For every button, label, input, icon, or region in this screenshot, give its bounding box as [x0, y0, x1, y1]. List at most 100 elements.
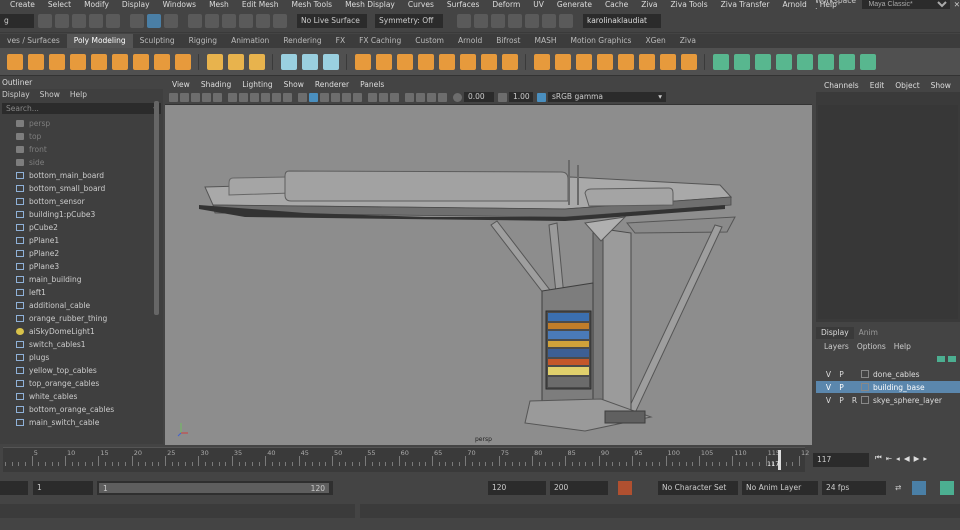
shelf-tool-icon[interactable]	[375, 53, 392, 70]
viewport-menu-item[interactable]: View	[172, 80, 190, 89]
shelf-tool-icon[interactable]	[838, 53, 855, 70]
textured-icon[interactable]	[331, 92, 340, 102]
shelf-tool-icon[interactable]	[733, 53, 750, 70]
bookmark-icon[interactable]	[180, 92, 189, 102]
menu-item[interactable]: UV	[533, 0, 544, 9]
outliner-item[interactable]: building1:pCube3	[0, 208, 163, 221]
shelf-tool-icon[interactable]	[659, 53, 676, 70]
outliner-item[interactable]: pPlane2	[0, 247, 163, 260]
save-scene-icon[interactable]	[72, 14, 86, 28]
outliner-item[interactable]: orange_rubber_thing	[0, 312, 163, 325]
shelf-tab[interactable]: Animation	[224, 34, 276, 48]
animation-end-field[interactable]: 200	[550, 481, 608, 495]
outliner-item[interactable]: switch_cables1	[0, 338, 163, 351]
shelf-tab[interactable]: MASH	[527, 34, 563, 48]
layer-row[interactable]: V Pbuilding_base	[816, 381, 960, 393]
layer-name[interactable]: done_cables	[873, 370, 920, 379]
viewport-menu-item[interactable]: Show	[284, 80, 304, 89]
channel-box-menu-item[interactable]: Channels	[824, 81, 859, 90]
shelf-tool-icon[interactable]	[859, 53, 876, 70]
menu-item[interactable]: Surfaces	[447, 0, 479, 9]
hypershade-icon[interactable]	[508, 14, 522, 28]
smooth-shade-icon[interactable]	[309, 92, 318, 102]
channel-box-menu-item[interactable]: Show	[931, 81, 951, 90]
2d-pan-icon[interactable]	[202, 92, 211, 102]
menu-item[interactable]: Arnold	[782, 0, 806, 9]
menu-item[interactable]: Mesh Display	[345, 0, 395, 9]
outliner-menu-item[interactable]: Display	[2, 90, 30, 99]
layer-tab[interactable]: Display	[816, 327, 854, 339]
new-scene-icon[interactable]	[38, 14, 52, 28]
viewport-scene[interactable]: persp	[165, 105, 812, 445]
current-frame-field[interactable]: 117	[813, 453, 869, 467]
menu-item[interactable]: Deform	[492, 0, 520, 9]
shelf-tool-icon[interactable]	[417, 53, 434, 70]
image-plane-icon[interactable]	[191, 92, 200, 102]
select-component-icon[interactable]	[164, 14, 178, 28]
shelf-tool-icon[interactable]	[248, 53, 265, 70]
outliner-scrollbar[interactable]	[154, 101, 159, 315]
outliner-item[interactable]: top	[0, 130, 163, 143]
default-material-icon[interactable]	[320, 92, 329, 102]
shelf-tab[interactable]: FX Caching	[352, 34, 408, 48]
shelf-tab[interactable]: Sculpting	[133, 34, 182, 48]
shelf-tool-icon[interactable]	[817, 53, 834, 70]
layer-menu-item[interactable]: Options	[857, 342, 886, 351]
shelf-tab[interactable]: Rendering	[276, 34, 328, 48]
outliner-item[interactable]: white_cables	[0, 390, 163, 403]
key-icon[interactable]	[912, 481, 926, 495]
shelf-tab[interactable]: Arnold	[451, 34, 489, 48]
step-back-frame-icon[interactable]: ◂	[896, 454, 900, 463]
layer-tab[interactable]: Anim	[854, 327, 883, 339]
menu-item[interactable]: Windows	[163, 0, 196, 9]
shelf-tool-icon[interactable]	[396, 53, 413, 70]
shelf-tool-icon[interactable]	[301, 53, 318, 70]
viewport-panel[interactable]: View Shading Lighting Show Renderer Panels 0.…	[165, 78, 812, 445]
ambient-occlusion-icon[interactable]	[368, 92, 377, 102]
shelf-tool-icon[interactable]	[48, 53, 65, 70]
shelf-tab[interactable]: Ziva	[673, 34, 703, 48]
snap-point-icon[interactable]	[222, 14, 236, 28]
outliner-item[interactable]: bottom_sensor	[0, 195, 163, 208]
shelf-tool-icon[interactable]	[480, 53, 497, 70]
grease-pencil-icon[interactable]	[213, 92, 222, 102]
viewport-menu-item[interactable]: Lighting	[242, 80, 272, 89]
shelf-tool-icon[interactable]	[27, 53, 44, 70]
layer-visibility-toggle[interactable]: V	[822, 370, 835, 379]
arnold-render-icon[interactable]	[525, 14, 539, 28]
layer-visibility-toggle[interactable]: V	[822, 383, 835, 392]
shelf-tool-icon[interactable]	[354, 53, 371, 70]
snap-grid-icon[interactable]	[188, 14, 202, 28]
ipr-render-icon[interactable]	[474, 14, 488, 28]
outliner-item[interactable]: bottom_small_board	[0, 182, 163, 195]
color-management-icon[interactable]	[537, 92, 546, 102]
isolate-select-icon[interactable]	[405, 92, 414, 102]
menu-item[interactable]: Curves	[408, 0, 434, 9]
snap-curve-icon[interactable]	[205, 14, 219, 28]
range-slider-handle[interactable]: 1 120	[99, 483, 329, 493]
shelf-tool-icon[interactable]	[132, 53, 149, 70]
shelf-tab[interactable]: Custom	[408, 34, 451, 48]
snap-surface-icon[interactable]	[256, 14, 270, 28]
color-space-dropdown[interactable]: sRGB gamma ▾	[548, 92, 666, 102]
shelf-tool-icon[interactable]	[554, 53, 571, 70]
select-hierarchy-icon[interactable]	[130, 14, 144, 28]
xray-joints-icon[interactable]	[427, 92, 436, 102]
step-forward-frame-icon[interactable]: ▸	[923, 454, 927, 463]
user-account-dropdown[interactable]: karolinaklaudiat	[583, 14, 661, 28]
menu-item[interactable]: Cache	[605, 0, 628, 9]
shelf-tool-icon[interactable]	[533, 53, 550, 70]
scene-start-field[interactable]	[0, 481, 28, 495]
step-back-key-icon[interactable]: ⇤	[886, 454, 892, 463]
outliner-item[interactable]: pCube2	[0, 221, 163, 234]
layer-name[interactable]: building_base	[873, 383, 925, 392]
safe-action-icon[interactable]	[283, 92, 292, 102]
layer-name[interactable]: skye_sphere_layer	[873, 396, 942, 405]
resolution-gate-icon[interactable]	[250, 92, 259, 102]
shelf-tool-icon[interactable]	[69, 53, 86, 70]
anim-layer-dropdown[interactable]: No Anim Layer	[742, 481, 818, 495]
shelf-tab[interactable]: Bifrost	[489, 34, 527, 48]
shelf-tool-icon[interactable]	[174, 53, 191, 70]
shelf-tool-icon[interactable]	[775, 53, 792, 70]
layer-menu-item[interactable]: Layers	[824, 342, 849, 351]
